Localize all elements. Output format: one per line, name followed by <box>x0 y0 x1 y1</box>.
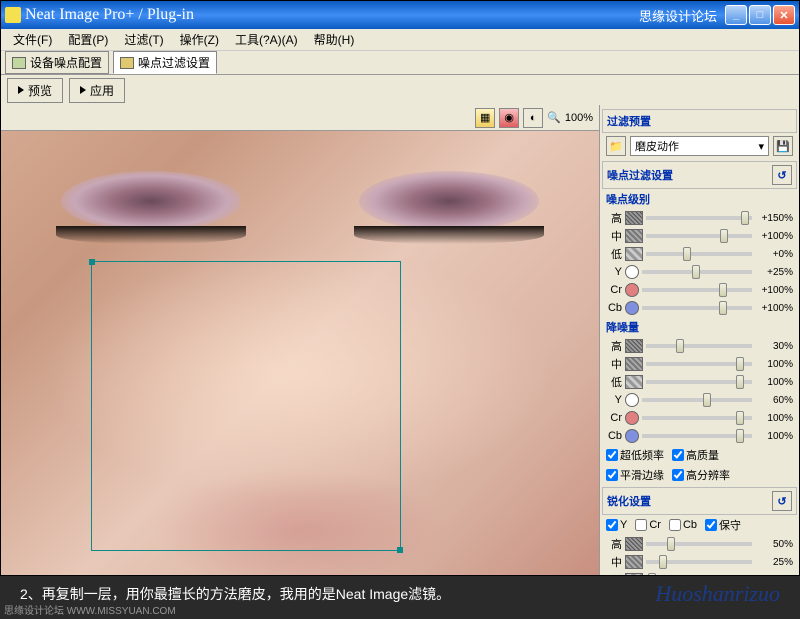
side-panel: 过滤预置 📁 磨皮动作▾ 💾 噪点过滤设置↺ 噪点级别 高+150% 中+100… <box>599 105 799 575</box>
sharp-thumb-icon <box>625 537 643 551</box>
check-sharp-cr[interactable]: Cr <box>635 517 661 533</box>
toolbar: 预览 应用 <box>1 75 799 105</box>
play-icon <box>18 86 24 94</box>
slider-reduce-hi[interactable] <box>646 339 752 353</box>
slider-level-cb[interactable] <box>642 301 752 315</box>
tab-icon <box>12 57 26 69</box>
sharp-thumb-icon <box>625 555 643 569</box>
face-eye-right <box>359 171 539 231</box>
image-panel: ▦ ◉ ◐ 🔍 100% <box>1 105 599 575</box>
face-lash-right <box>354 226 544 244</box>
channel-cb-icon <box>625 429 639 443</box>
preset-header: 过滤预置 <box>602 109 797 133</box>
play-icon <box>80 86 86 94</box>
slider-reduce-mid[interactable] <box>646 357 752 371</box>
channel-cb-icon <box>625 301 639 315</box>
check-sharp-cb[interactable]: Cb <box>669 517 697 533</box>
check-sharp-conservative[interactable]: 保守 <box>705 517 741 533</box>
image-toolbar: ▦ ◉ ◐ 🔍 100% <box>1 105 599 131</box>
channel-cr-icon <box>625 411 639 425</box>
minimize-button[interactable]: _ <box>725 5 747 25</box>
filter-settings-header: 噪点过滤设置↺ <box>602 161 797 189</box>
menu-file[interactable]: 文件(F) <box>5 29 60 50</box>
slider-reduce-lo[interactable] <box>646 375 752 389</box>
slider-reduce-cr[interactable] <box>642 411 752 425</box>
app-icon <box>5 7 21 23</box>
view-mode-button[interactable]: ▦ <box>475 108 495 128</box>
tab-icon <box>120 57 134 69</box>
sharp-thumb-icon <box>625 573 643 575</box>
reset-button[interactable]: ↺ <box>772 491 792 511</box>
sharpen-header: 锐化设置↺ <box>602 487 797 515</box>
preset-save-button[interactable]: 💾 <box>773 136 793 156</box>
slider-reduce-cb[interactable] <box>642 429 752 443</box>
noise-thumb-icon <box>625 375 643 389</box>
menu-config[interactable]: 配置(P) <box>60 29 116 50</box>
apply-button[interactable]: 应用 <box>69 78 125 103</box>
slider-sharp-lo[interactable] <box>646 573 752 575</box>
app-window: Neat Image Pro+ / Plug-in 思缘设计论坛 _ □ ✕ 文… <box>0 0 800 576</box>
selection-box[interactable] <box>91 261 401 551</box>
titlebar[interactable]: Neat Image Pro+ / Plug-in 思缘设计论坛 _ □ ✕ <box>1 1 799 29</box>
split-view-button[interactable]: ◐ <box>523 108 543 128</box>
check-sharp-y[interactable]: Y <box>606 517 627 533</box>
channel-y-icon <box>625 393 639 407</box>
title-text: Neat Image Pro+ / Plug-in <box>25 6 639 24</box>
slider-reduce-y[interactable] <box>642 393 752 407</box>
face-eye-left <box>61 171 241 231</box>
tab-noise-filter[interactable]: 噪点过滤设置 <box>113 51 217 74</box>
title-watermark: 思缘设计论坛 <box>639 6 717 25</box>
check-high-res[interactable]: 高分辨率 <box>672 467 730 483</box>
slider-level-y[interactable] <box>642 265 752 279</box>
color-mode-button[interactable]: ◉ <box>499 108 519 128</box>
maximize-button[interactable]: □ <box>749 5 771 25</box>
menu-help[interactable]: 帮助(H) <box>306 29 363 50</box>
menu-tool[interactable]: 工具(?A)(A) <box>227 29 306 50</box>
watermark-text: 思缘设计论坛 WWW.MISSYUAN.COM <box>4 602 176 617</box>
slider-level-hi[interactable] <box>646 211 752 225</box>
check-high-quality[interactable]: 高质量 <box>672 447 719 463</box>
reset-button[interactable]: ↺ <box>772 165 792 185</box>
slider-sharp-hi[interactable] <box>646 537 752 551</box>
chevron-down-icon: ▾ <box>758 140 764 153</box>
main-area: ▦ ◉ ◐ 🔍 100% 过滤预置 📁 磨皮动作▾ 💾 <box>1 105 799 575</box>
slider-sharp-mid[interactable] <box>646 555 752 569</box>
noise-thumb-icon <box>625 211 643 225</box>
channel-cr-icon <box>625 283 639 297</box>
slider-level-lo[interactable] <box>646 247 752 261</box>
preset-row: 📁 磨皮动作▾ 💾 <box>602 133 797 159</box>
close-button[interactable]: ✕ <box>773 5 795 25</box>
caption-text: 2、再复制一层，用你最擅长的方法磨皮，我用的是Neat Image滤镜。 <box>20 584 450 604</box>
noise-level-header: 噪点级别 <box>602 189 797 209</box>
window-buttons: _ □ ✕ <box>725 5 795 25</box>
check-very-low-freq[interactable]: 超低频率 <box>606 447 664 463</box>
zoom-level[interactable]: 100% <box>565 112 593 124</box>
menu-filter[interactable]: 过滤(T) <box>116 29 171 50</box>
face-lash-left <box>56 226 246 244</box>
noise-thumb-icon <box>625 357 643 371</box>
noise-thumb-icon <box>625 247 643 261</box>
tab-device-noise[interactable]: 设备噪点配置 <box>5 51 109 74</box>
check-smooth-edges[interactable]: 平滑边缘 <box>606 467 664 483</box>
image-preview[interactable] <box>1 131 599 575</box>
noise-thumb-icon <box>625 229 643 243</box>
menubar: 文件(F) 配置(P) 过滤(T) 操作(Z) 工具(?A)(A) 帮助(H) <box>1 29 799 51</box>
preset-dropdown[interactable]: 磨皮动作▾ <box>630 136 769 156</box>
preset-open-button[interactable]: 📁 <box>606 136 626 156</box>
channel-y-icon <box>625 265 639 279</box>
menu-operation[interactable]: 操作(Z) <box>172 29 227 50</box>
magnifier-icon[interactable]: 🔍 <box>547 111 561 124</box>
slider-level-mid[interactable] <box>646 229 752 243</box>
slider-level-cr[interactable] <box>642 283 752 297</box>
noise-thumb-icon <box>625 339 643 353</box>
noise-reduce-header: 降噪量 <box>602 317 797 337</box>
preview-button[interactable]: 预览 <box>7 78 63 103</box>
signature: Huoshanrizuo <box>655 581 780 607</box>
tab-bar: 设备噪点配置 噪点过滤设置 <box>1 51 799 75</box>
